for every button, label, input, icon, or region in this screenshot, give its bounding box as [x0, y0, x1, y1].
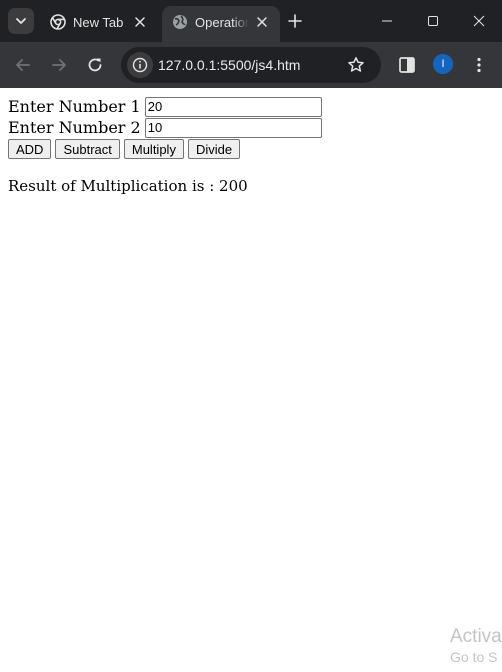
chevron-down-icon: [16, 18, 26, 24]
maximize-icon: [428, 16, 438, 26]
globe-icon: [173, 15, 187, 29]
plus-icon[interactable]: [286, 12, 304, 30]
result-text: Result of Multiplication is : 200: [8, 177, 248, 195]
more-menu-icon[interactable]: [469, 55, 489, 75]
number2-label: Enter Number 2: [8, 118, 141, 137]
profile-avatar[interactable]: I: [433, 54, 453, 74]
address-bar[interactable]: 127.0.0.1:5500/js4.htm: [121, 47, 381, 83]
number2-input[interactable]: [144, 117, 322, 138]
tab-strip: New Tab Operation: [0, 0, 502, 42]
chrome-icon: [50, 14, 66, 30]
watermark-line1: Activa: [450, 626, 502, 647]
url-text[interactable]: 127.0.0.1:5500/js4.htm: [158, 57, 300, 73]
calculator-form: Enter Number 1 Enter Number 2 ADD Subtra…: [8, 96, 322, 195]
tab-new-tab[interactable]: New Tab: [40, 6, 158, 42]
activation-watermark: Activa Go to S: [450, 626, 502, 666]
close-tab-icon[interactable]: [256, 16, 268, 28]
close-window-button[interactable]: [456, 0, 502, 42]
tab-title: Operation: [195, 15, 249, 30]
minimize-icon: [382, 20, 392, 22]
multiply-button[interactable]: Multiply: [123, 139, 184, 159]
number1-row: Enter Number 1: [8, 96, 322, 117]
subtract-button[interactable]: Subtract: [55, 139, 120, 159]
number1-label: Enter Number 1: [8, 97, 141, 116]
number1-input[interactable]: [144, 96, 322, 117]
maximize-button[interactable]: [410, 0, 456, 42]
reload-icon[interactable]: [85, 55, 105, 75]
forward-arrow-icon[interactable]: [49, 55, 69, 75]
number2-row: Enter Number 2: [8, 117, 322, 138]
page-viewport: Enter Number 1 Enter Number 2 ADD Subtra…: [0, 88, 502, 672]
close-icon: [473, 15, 485, 27]
divide-button[interactable]: Divide: [187, 139, 241, 159]
add-button[interactable]: ADD: [8, 139, 52, 159]
tab-title: New Tab: [73, 15, 124, 30]
site-info-button[interactable]: [127, 52, 153, 78]
side-panel-icon[interactable]: [397, 55, 417, 75]
tab-operation[interactable]: Operation: [162, 6, 280, 42]
minimize-button[interactable]: [364, 0, 410, 42]
star-icon[interactable]: [347, 56, 365, 74]
operation-buttons: ADD Subtract Multiply Divide: [8, 139, 322, 161]
close-tab-icon[interactable]: [134, 16, 146, 28]
browser-toolbar: 127.0.0.1:5500/js4.htm I: [0, 42, 502, 88]
watermark-line2: Go to S: [450, 649, 498, 665]
info-icon: [132, 57, 148, 73]
back-arrow-icon[interactable]: [13, 55, 33, 75]
tab-search-button[interactable]: [8, 8, 34, 34]
